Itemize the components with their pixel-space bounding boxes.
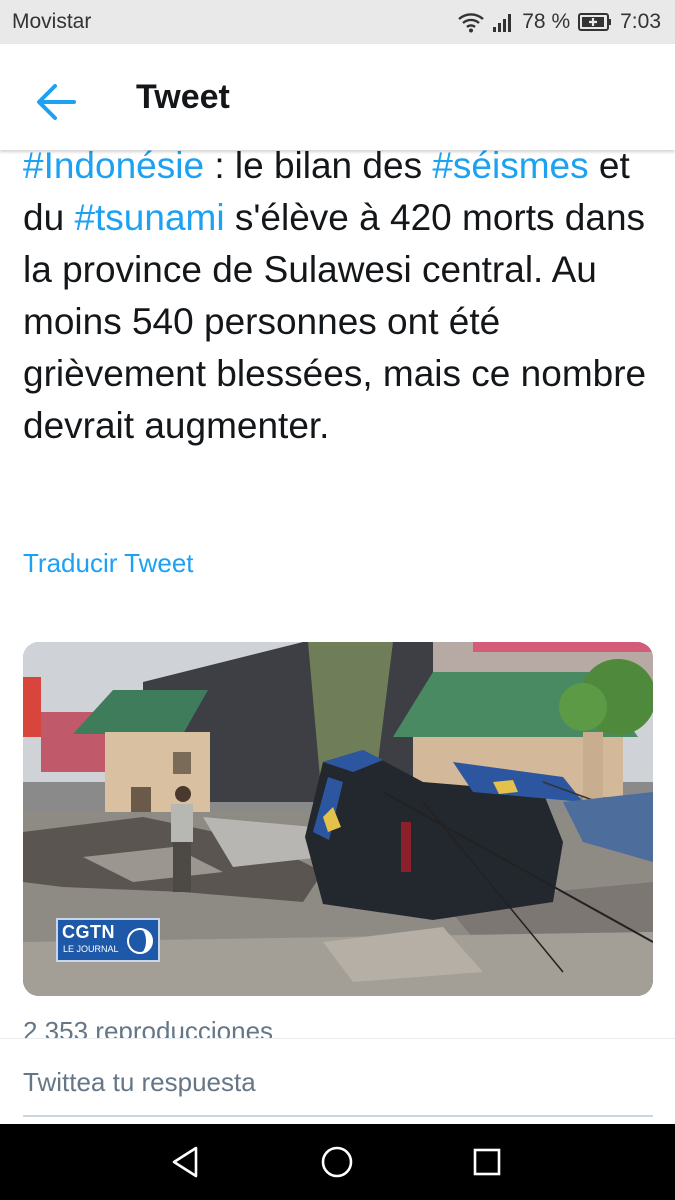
tweet-text: #Indonésie : le bilan des #séismes et du… — [23, 150, 663, 452]
nav-back-button[interactable] — [166, 1142, 206, 1182]
app-header: Tweet — [0, 44, 675, 150]
tweet-video[interactable]: CGTN LE JOURNAL — [23, 642, 653, 996]
back-button[interactable] — [30, 76, 82, 128]
nav-recents-button[interactable] — [467, 1142, 507, 1182]
tweet-text-part: : le bilan des — [204, 150, 433, 186]
tweet-detail: #Indonésie : le bilan des #séismes et du… — [0, 150, 675, 1038]
view-count: 2 353 reproducciones — [23, 1016, 274, 1038]
battery-percent: 78 % — [522, 10, 571, 33]
status-indicators: 78 % 7:03 — [458, 9, 661, 35]
signal-icon — [493, 14, 512, 32]
translate-tweet-link[interactable]: Traducir Tweet — [23, 548, 194, 579]
carrier-name: Movistar — [12, 10, 92, 33]
clock: 7:03 — [620, 10, 661, 33]
system-nav-bar — [0, 1124, 675, 1200]
channel-globe-icon — [127, 928, 153, 954]
reply-input-underline — [23, 1115, 653, 1117]
status-bar: Movistar 78 % 7:03 — [0, 0, 675, 44]
arrow-left-icon — [37, 84, 76, 120]
square-recents-icon — [473, 1148, 501, 1176]
caption-sub-text: LE JOURNAL — [63, 944, 119, 954]
nav-home-button[interactable] — [317, 1142, 357, 1182]
caption-main-text: CGTN — [62, 922, 115, 942]
reply-bar: Twittea tu respuesta — [0, 1038, 675, 1124]
hashtag-indonesie[interactable]: #Indonésie — [23, 150, 204, 186]
triangle-back-icon — [172, 1146, 198, 1178]
battery-icon — [578, 13, 612, 31]
wifi-icon — [458, 13, 485, 33]
hashtag-seismes[interactable]: #séismes — [432, 150, 588, 186]
circle-home-icon — [321, 1146, 353, 1178]
reply-input[interactable]: Twittea tu respuesta — [23, 1067, 256, 1098]
hashtag-tsunami[interactable]: #tsunami — [74, 197, 224, 238]
page-title: Tweet — [136, 78, 230, 116]
news-channel-logo: CGTN LE JOURNAL — [56, 918, 160, 962]
